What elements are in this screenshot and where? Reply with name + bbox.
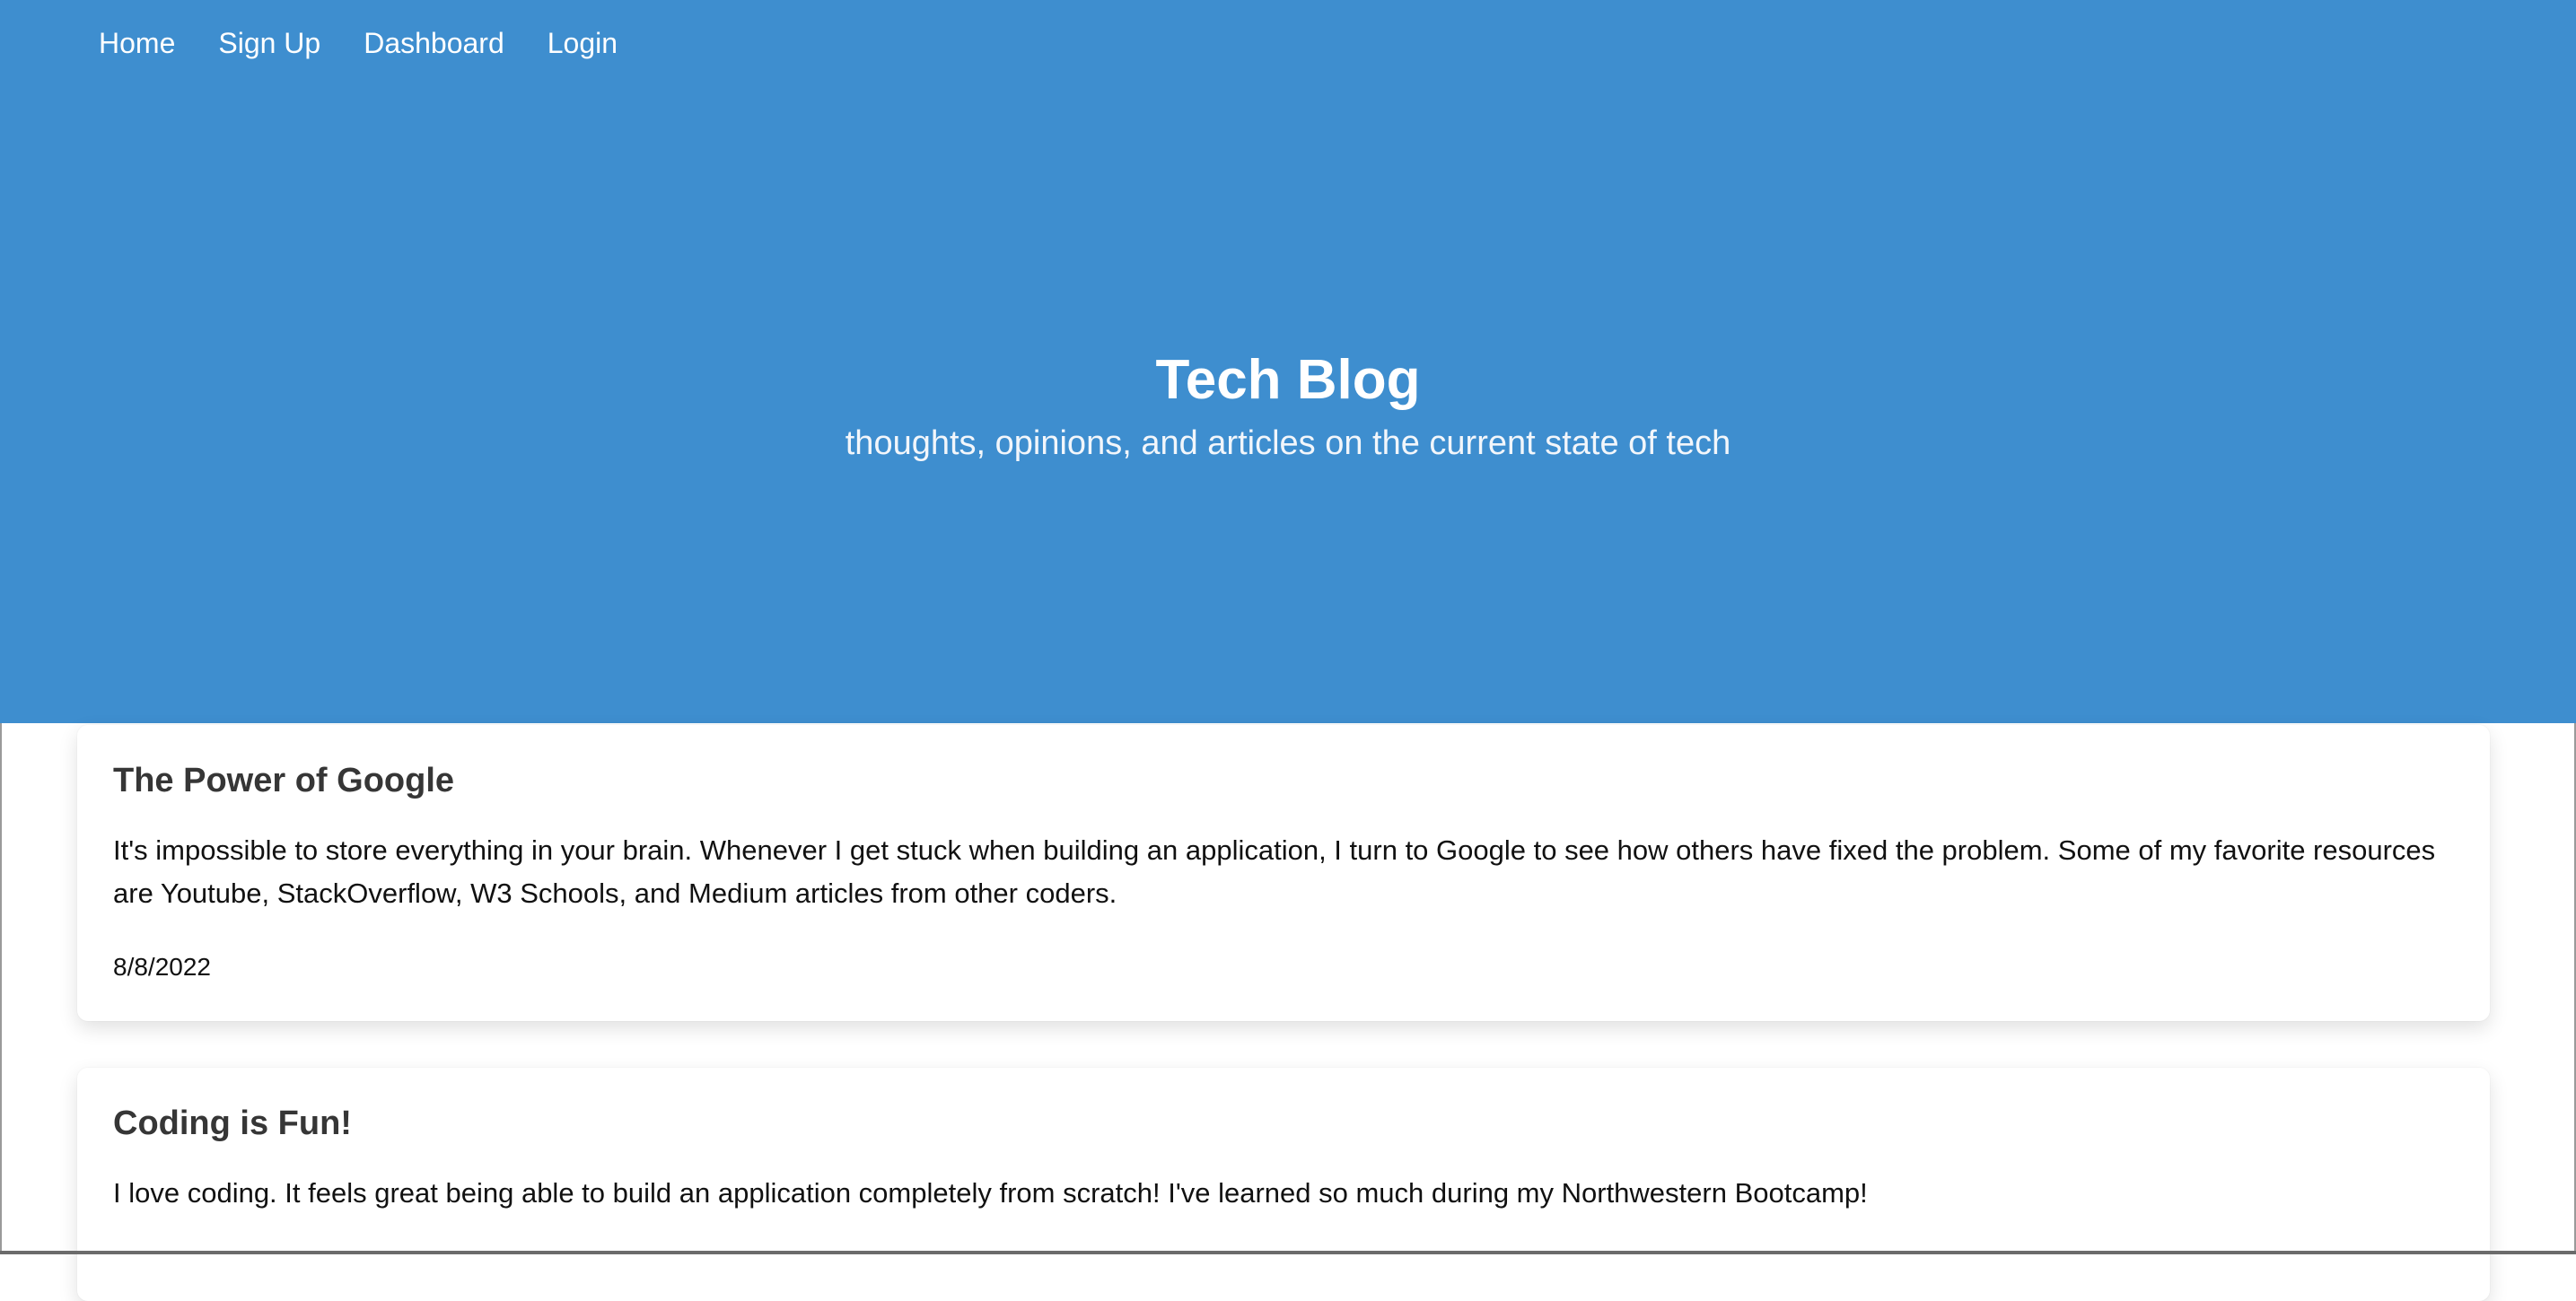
post-card[interactable]: Coding is Fun! I love coding. It feels g…	[77, 1068, 2490, 1301]
main-nav: Home Sign Up Dashboard Login	[99, 25, 661, 61]
post-body: I love coding. It feels great being able…	[113, 1177, 1868, 1209]
window-edge-bottom	[0, 1251, 2576, 1254]
window-edge-left	[0, 723, 2, 1254]
post-title[interactable]: The Power of Google	[113, 759, 454, 802]
post-title[interactable]: Coding is Fun!	[113, 1102, 352, 1145]
post-date: 8/8/2022	[113, 953, 211, 981]
hero-banner: Home Sign Up Dashboard Login Tech Blog t…	[0, 0, 2576, 723]
post-card[interactable]: The Power of Google It's impossible to s…	[77, 725, 2490, 1021]
post-body: It's impossible to store everything in y…	[113, 834, 2436, 909]
site-subtitle: thoughts, opinions, and articles on the …	[845, 424, 1731, 462]
nav-home-link[interactable]: Home	[99, 25, 175, 61]
nav-signup-link[interactable]: Sign Up	[218, 25, 320, 61]
nav-login-link[interactable]: Login	[548, 25, 618, 61]
site-title: Tech Blog	[1155, 349, 1421, 411]
nav-dashboard-link[interactable]: Dashboard	[364, 25, 504, 61]
